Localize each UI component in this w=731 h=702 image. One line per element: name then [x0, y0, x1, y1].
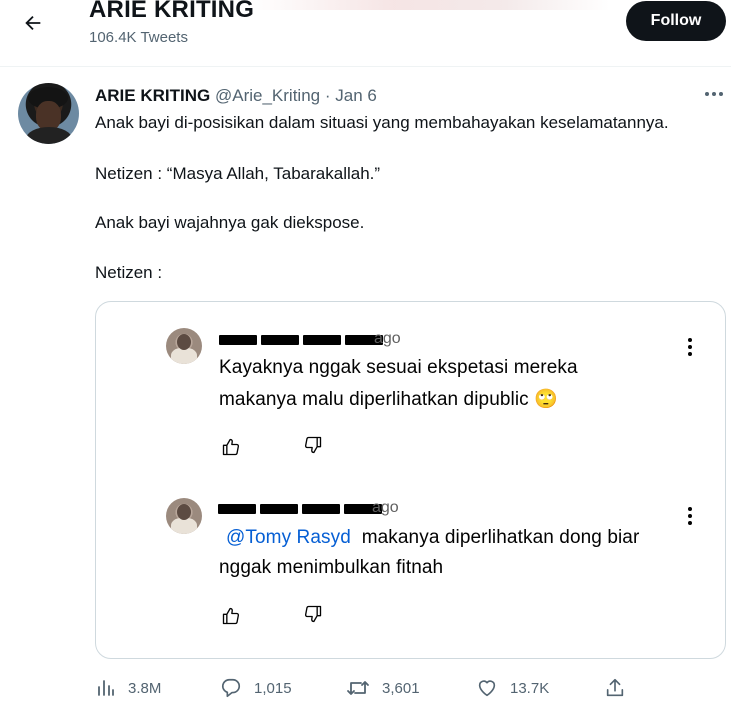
tweet-header: ARIE KRITING @Arie_Kriting · Jan 6 [95, 86, 377, 106]
tweet-text-line: Anak bayi di-posisikan dalam situasi yan… [95, 113, 669, 132]
back-button[interactable] [16, 6, 50, 40]
comment-text-line: @Tomy Rasyd makanya diperlihatkan dong b… [226, 527, 639, 549]
like-count: 13.7K [510, 679, 550, 697]
more-horizontal-icon[interactable] [703, 88, 725, 100]
header-divider [0, 66, 731, 67]
comment-time: ago [374, 330, 401, 347]
redacted-username [218, 504, 382, 514]
arrow-left-icon [25, 15, 41, 31]
page-title: ARIE KRITING [89, 0, 255, 23]
views-count: 3.8M [128, 679, 162, 697]
tweet-text-line: Netizen : “Masya Allah, Tabarakallah.” [95, 164, 381, 183]
thumbs-up-icon [222, 438, 240, 456]
follow-button[interactable]: Follow [626, 1, 726, 41]
tweet-text-line: Netizen : [95, 263, 163, 282]
reply-button[interactable]: 1,015 [220, 676, 292, 700]
thumbs-down-icon [304, 436, 322, 454]
author-avatar[interactable] [18, 83, 79, 144]
commenter-avatar [166, 498, 202, 534]
bar-chart-icon [98, 680, 114, 696]
thumbs-up-icon [222, 607, 240, 625]
kebab-menu-icon [688, 507, 692, 525]
tweet-text-line: Anak bayi wajahnya gak diekspose. [95, 213, 365, 232]
author-name[interactable]: ARIE KRITING [95, 86, 210, 105]
redacted-username [219, 335, 383, 345]
like-button[interactable]: 13.7K [476, 676, 549, 700]
comment-mention: @Tomy Rasyd [226, 527, 351, 548]
kebab-menu-icon [688, 338, 692, 356]
share-icon [606, 678, 624, 697]
comment-text-line: nggak menimbulkan fitnah [219, 557, 444, 578]
share-button[interactable] [604, 676, 626, 700]
thumbs-down-icon [304, 605, 322, 623]
tweet-date[interactable]: Jan 6 [335, 86, 377, 105]
retweet-icon [347, 681, 369, 695]
tweet-count: 106.4K Tweets [89, 29, 188, 46]
retweet-button[interactable]: 3,601 [346, 676, 420, 700]
comment-text-line: Kayaknya nggak sesuai ekspetasi mereka [219, 357, 578, 378]
reply-count: 1,015 [254, 679, 292, 697]
heart-icon [478, 680, 496, 697]
views-button[interactable]: 3.8M [96, 676, 161, 700]
comment-time: ago [372, 499, 399, 516]
header-separator: · [324, 86, 331, 105]
author-handle[interactable]: @Arie_Kriting [215, 86, 320, 105]
tweet-media-card[interactable]: ago Kayaknya nggak sesuai ekspetasi mere… [95, 301, 726, 659]
comment-text-line: makanya malu diperlihatkan dipublic 🙄 [219, 389, 558, 410]
retweet-count: 3,601 [382, 679, 420, 697]
speech-bubble-icon [221, 678, 241, 698]
commenter-avatar [166, 328, 202, 364]
profile-header: ARIE KRITING 106.4K Tweets Follow [0, 0, 731, 66]
comment-text: makanya diperlihatkan dong biar [361, 527, 640, 548]
header-scroll-fade [250, 0, 610, 10]
